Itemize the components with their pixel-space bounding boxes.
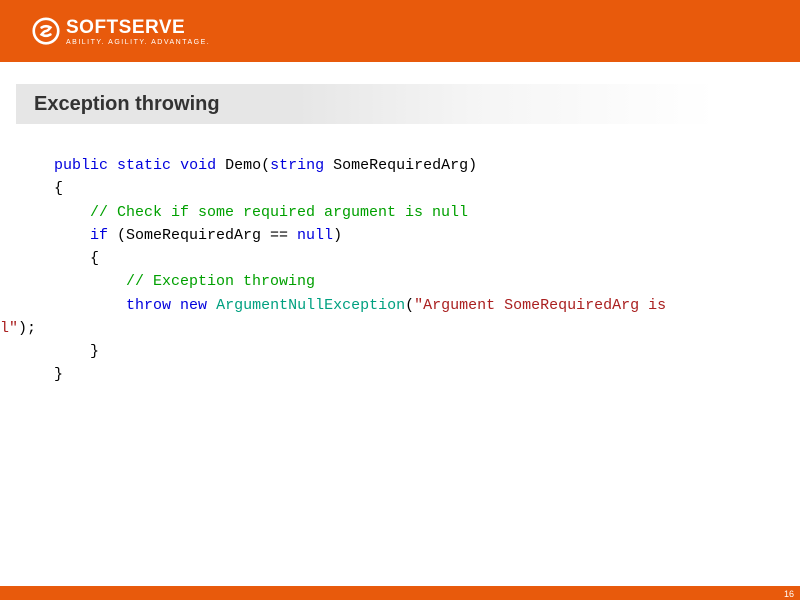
code-line: l"); — [0, 317, 800, 340]
logo-main-text: SOFTSERVE — [66, 17, 210, 39]
code-line: public static void Demo(string SomeRequi… — [54, 154, 800, 177]
slide-header: SOFTSERVE Ability. Agility. Advantage. — [0, 0, 800, 62]
page-number: 16 — [784, 589, 794, 599]
logo-tagline: Ability. Agility. Advantage. — [66, 39, 210, 46]
logo-icon — [32, 17, 60, 45]
code-sample: public static void Demo(string SomeRequi… — [54, 154, 800, 387]
code-line: // Check if some required argument is nu… — [54, 201, 800, 224]
slide-footer: 16 — [0, 586, 800, 600]
code-line: if (SomeRequiredArg == null) — [54, 224, 800, 247]
company-logo: SOFTSERVE Ability. Agility. Advantage. — [32, 17, 210, 46]
code-line: } — [54, 363, 800, 386]
slide-title: Exception throwing — [34, 93, 220, 116]
code-line: { — [54, 177, 800, 200]
logo-text: SOFTSERVE Ability. Agility. Advantage. — [66, 17, 210, 46]
code-line: throw new ArgumentNullException("Argumen… — [54, 294, 800, 317]
slide-title-bar: Exception throwing — [16, 84, 716, 124]
code-line: { — [54, 247, 800, 270]
code-line: } — [54, 340, 800, 363]
code-line: // Exception throwing — [54, 270, 800, 293]
